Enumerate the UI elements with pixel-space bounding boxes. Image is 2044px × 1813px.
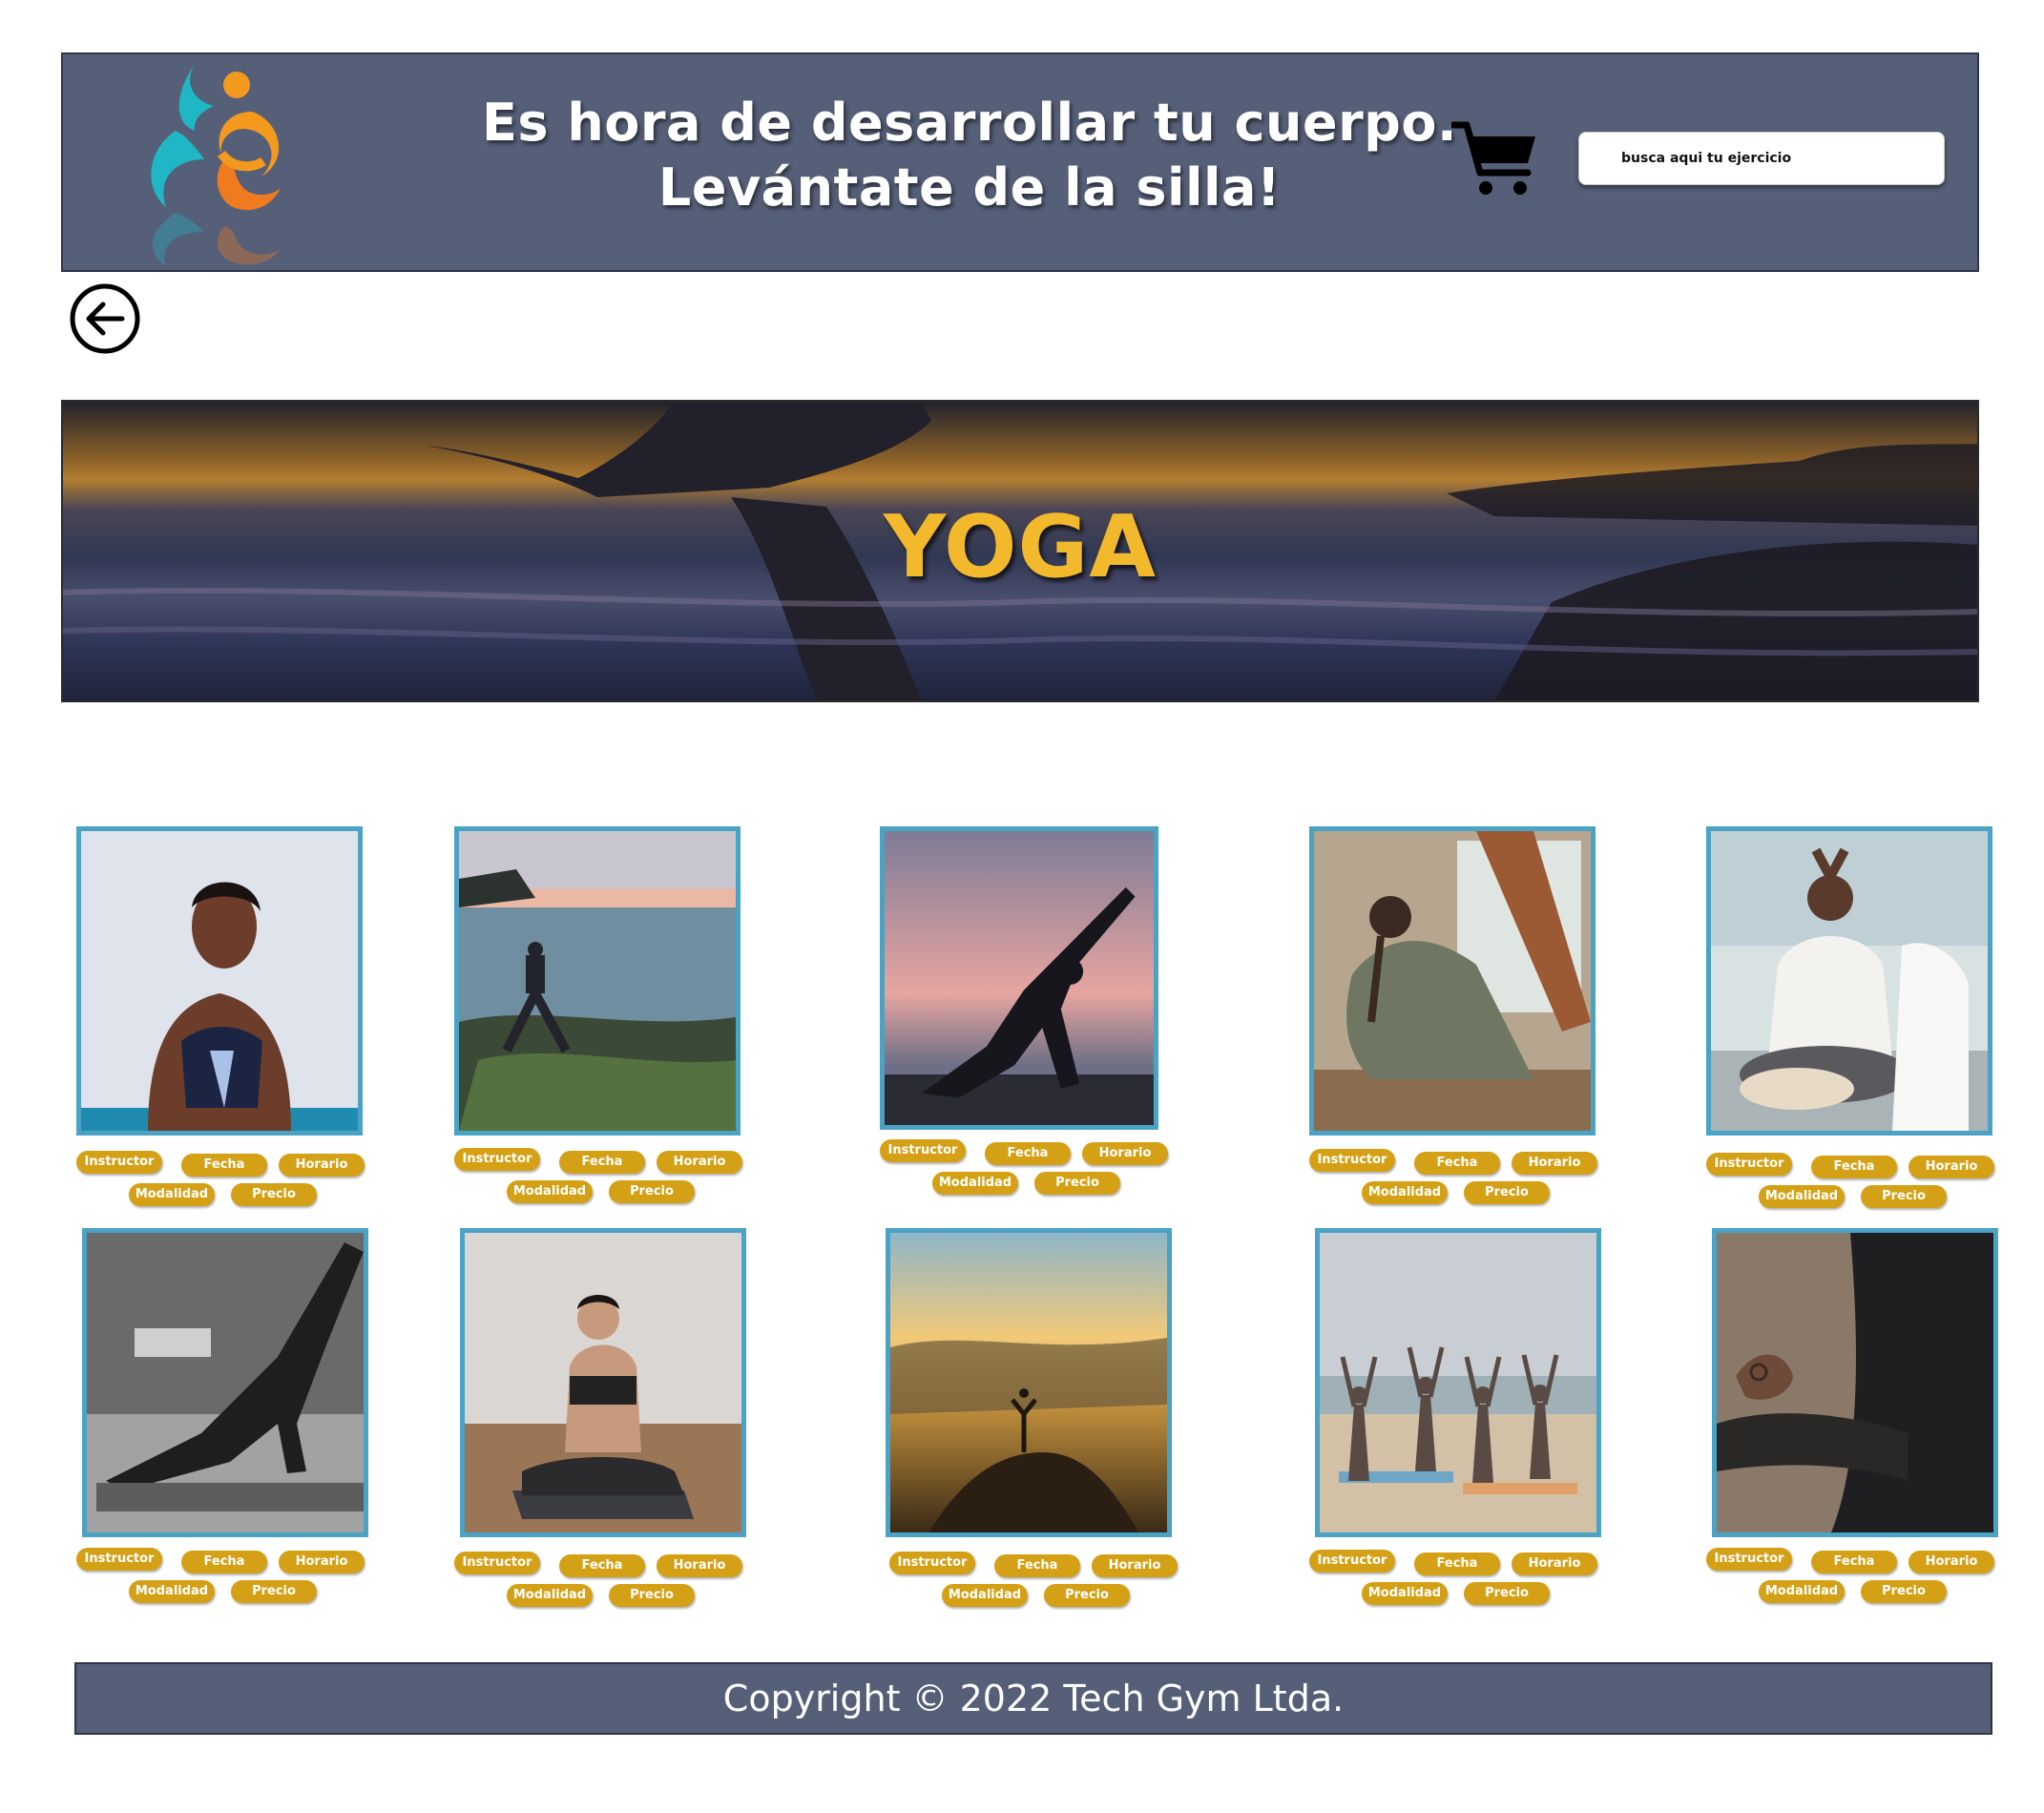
instructor-tag[interactable]: Instructor (76, 1151, 162, 1174)
class-photo[interactable] (880, 826, 1158, 1130)
schedule-tag[interactable]: Horario (1082, 1142, 1168, 1165)
schedule-tag[interactable]: Horario (1908, 1156, 1994, 1178)
schedule-tag[interactable]: Horario (1908, 1551, 1994, 1573)
date-tag[interactable]: Fecha (559, 1151, 645, 1174)
instructor-tag[interactable]: Instructor (454, 1148, 540, 1171)
class-card: Instructor Fecha Horario Modalidad Preci… (886, 1228, 1178, 1607)
class-card: Instructor Fecha Horario Modalidad Preci… (1706, 1228, 1998, 1603)
schedule-tag[interactable]: Horario (279, 1551, 365, 1573)
header-tagline: Es hora de desarrollar tu cuerpo. Levánt… (435, 91, 1504, 220)
class-card: Instructor Fecha Horario Modalidad Preci… (1706, 826, 1994, 1208)
instructor-tag[interactable]: Instructor (880, 1139, 966, 1162)
price-tag[interactable]: Precio (231, 1183, 317, 1206)
schedule-tag[interactable]: Horario (1512, 1553, 1597, 1575)
modality-tag[interactable]: Modalidad (507, 1584, 593, 1607)
instructor-tag[interactable]: Instructor (1706, 1153, 1792, 1176)
class-photo[interactable] (82, 1228, 368, 1537)
date-tag[interactable]: Fecha (1811, 1156, 1897, 1178)
price-tag[interactable]: Precio (231, 1580, 317, 1603)
class-photo[interactable] (460, 1228, 746, 1537)
arrow-left-circle-icon[interactable] (69, 282, 141, 355)
class-photo[interactable] (76, 826, 363, 1136)
modality-tag[interactable]: Modalidad (1759, 1185, 1845, 1208)
instructor-tag[interactable]: Instructor (454, 1552, 540, 1574)
class-card: Instructor Fecha Horario Modalidad Preci… (880, 826, 1168, 1195)
date-tag[interactable]: Fecha (1414, 1152, 1500, 1175)
schedule-tag[interactable]: Horario (1092, 1554, 1178, 1577)
class-card: Instructor Fecha Horario Modalidad Preci… (1309, 826, 1597, 1204)
modality-tag[interactable]: Modalidad (129, 1580, 215, 1603)
price-tag[interactable]: Precio (1464, 1181, 1550, 1204)
tagline-line-2: Levántate de la silla! (657, 157, 1282, 218)
class-card: Instructor Fecha Horario Modalidad Preci… (454, 826, 742, 1203)
modality-tag[interactable]: Modalidad (1759, 1580, 1845, 1603)
class-photo[interactable] (454, 826, 740, 1136)
instructor-tag[interactable]: Instructor (1309, 1550, 1395, 1573)
class-photo[interactable] (1706, 826, 1992, 1136)
figure-logo-icon[interactable] (137, 54, 300, 272)
modality-tag[interactable]: Modalidad (1362, 1582, 1448, 1605)
modality-tag[interactable]: Modalidad (129, 1183, 215, 1206)
tagline-line-1: Es hora de desarrollar tu cuerpo. (482, 93, 1457, 153)
modality-tag[interactable]: Modalidad (1362, 1181, 1448, 1204)
site-footer: Copyright © 2022 Tech Gym Ltda. (74, 1662, 1992, 1735)
class-card: Instructor Fecha Horario Modalidad Preci… (76, 826, 365, 1206)
class-photo[interactable] (1309, 826, 1596, 1136)
price-tag[interactable]: Precio (1861, 1580, 1947, 1603)
instructor-tag[interactable]: Instructor (1309, 1149, 1395, 1172)
schedule-tag[interactable]: Horario (657, 1151, 742, 1174)
modality-tag[interactable]: Modalidad (932, 1172, 1018, 1195)
instructor-tag[interactable]: Instructor (1706, 1548, 1792, 1571)
site-header: Es hora de desarrollar tu cuerpo. Levánt… (61, 52, 1979, 272)
date-tag[interactable]: Fecha (985, 1142, 1071, 1165)
price-tag[interactable]: Precio (1464, 1582, 1550, 1605)
date-tag[interactable]: Fecha (1811, 1551, 1897, 1573)
date-tag[interactable]: Fecha (994, 1554, 1080, 1577)
modality-tag[interactable]: Modalidad (942, 1584, 1028, 1607)
price-tag[interactable]: Precio (609, 1584, 695, 1607)
shopping-cart-icon[interactable] (1451, 119, 1539, 198)
date-tag[interactable]: Fecha (181, 1551, 267, 1573)
hero-banner: YOGA (61, 400, 1979, 702)
date-tag[interactable]: Fecha (181, 1154, 267, 1177)
date-tag[interactable]: Fecha (559, 1554, 645, 1577)
schedule-tag[interactable]: Horario (279, 1154, 365, 1177)
class-photo[interactable] (886, 1228, 1172, 1537)
price-tag[interactable]: Precio (1044, 1584, 1130, 1607)
class-card: Instructor Fecha Horario Modalidad Preci… (76, 1228, 368, 1603)
class-card: Instructor Fecha Horario Modalidad Preci… (1309, 1228, 1601, 1605)
class-card: Instructor Fecha Horario Modalidad Preci… (454, 1228, 746, 1607)
instructor-tag[interactable]: Instructor (889, 1552, 975, 1574)
hero-title: YOGA (884, 497, 1157, 597)
price-tag[interactable]: Precio (609, 1180, 695, 1203)
date-tag[interactable]: Fecha (1414, 1553, 1500, 1575)
copyright-text: Copyright © 2022 Tech Gym Ltda. (722, 1678, 1345, 1719)
class-photo[interactable] (1712, 1228, 1998, 1537)
schedule-tag[interactable]: Horario (657, 1554, 742, 1577)
instructor-tag[interactable]: Instructor (76, 1548, 162, 1571)
modality-tag[interactable]: Modalidad (507, 1180, 593, 1203)
search-input[interactable] (1578, 132, 1945, 185)
price-tag[interactable]: Precio (1034, 1172, 1120, 1195)
schedule-tag[interactable]: Horario (1512, 1152, 1597, 1175)
price-tag[interactable]: Precio (1861, 1185, 1947, 1208)
class-photo[interactable] (1315, 1228, 1601, 1537)
